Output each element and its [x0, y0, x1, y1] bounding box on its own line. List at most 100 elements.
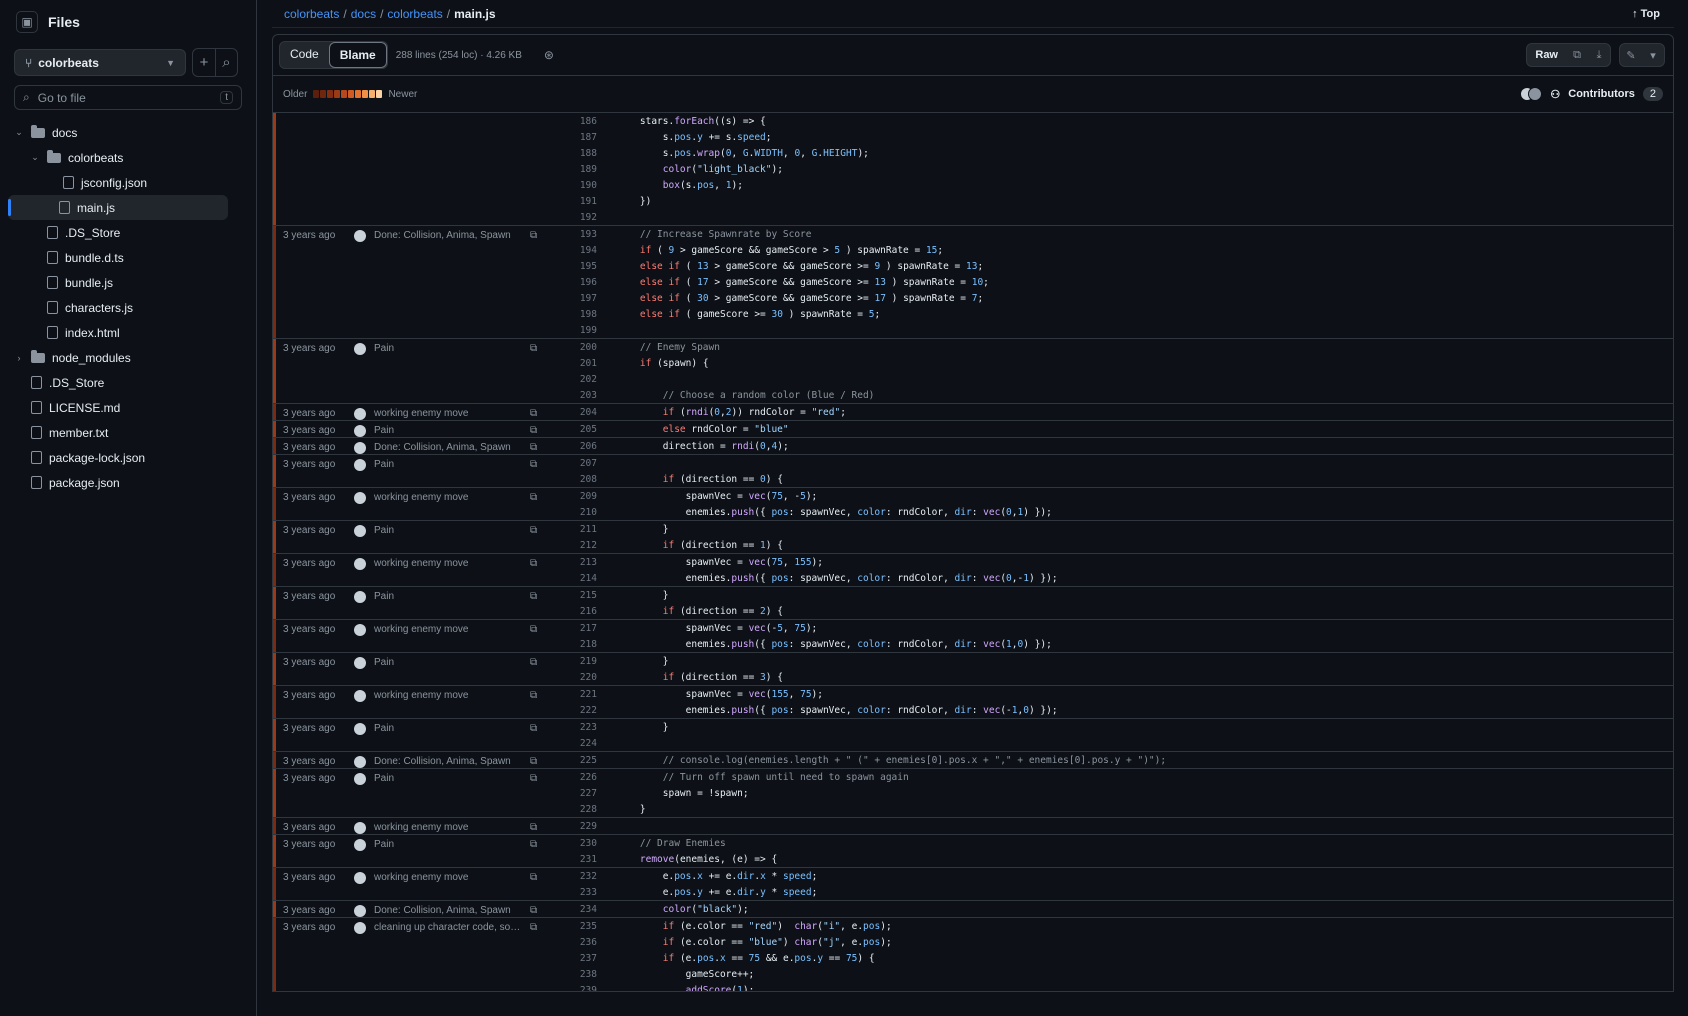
search-button[interactable]: ⌕ [215, 49, 237, 76]
author-avatar[interactable] [354, 525, 366, 537]
pencil-icon[interactable]: ✎ [1620, 44, 1642, 66]
author-avatar[interactable] [354, 425, 366, 437]
author-avatar[interactable] [354, 723, 366, 735]
tree-item[interactable]: ⌄ colorbeats [0, 145, 256, 170]
line-number[interactable]: 228 [553, 804, 597, 815]
author-avatar[interactable] [354, 872, 366, 884]
line-number[interactable]: 193 [553, 229, 597, 240]
line-number[interactable]: 235 [553, 921, 597, 932]
line-number[interactable]: 224 [553, 738, 597, 749]
line-number[interactable]: 202 [553, 374, 597, 385]
author-avatar[interactable] [354, 839, 366, 851]
line-number[interactable]: 227 [553, 788, 597, 799]
reblame-icon[interactable]: ⧉ [530, 558, 537, 569]
commit-message-link[interactable]: Pain [374, 591, 524, 602]
reblame-icon[interactable]: ⧉ [530, 922, 537, 933]
line-number[interactable]: 186 [553, 116, 597, 127]
line-number[interactable]: 191 [553, 196, 597, 207]
commit-message-link[interactable]: cleaning up character code, sou… [374, 922, 524, 933]
line-number[interactable]: 210 [553, 507, 597, 518]
commit-message-link[interactable]: Done: Collision, Anima, Spawn [374, 442, 524, 453]
line-number[interactable]: 220 [553, 672, 597, 683]
tree-item[interactable]: .DS_Store [0, 220, 256, 245]
line-number[interactable]: 225 [553, 755, 597, 766]
line-number[interactable]: 223 [553, 722, 597, 733]
reblame-icon[interactable]: ⧉ [530, 839, 537, 850]
reblame-icon[interactable]: ⧉ [530, 591, 537, 602]
line-number[interactable]: 204 [553, 407, 597, 418]
line-number[interactable]: 208 [553, 474, 597, 485]
line-number[interactable]: 199 [553, 325, 597, 336]
reblame-icon[interactable]: ⧉ [530, 822, 537, 833]
collapse-sidebar-icon[interactable]: ▣ [16, 11, 38, 33]
line-number[interactable]: 203 [553, 390, 597, 401]
author-avatar[interactable] [354, 492, 366, 504]
commit-message-link[interactable]: Pain [374, 425, 524, 436]
tree-item[interactable]: index.html [0, 320, 256, 345]
tree-item[interactable]: bundle.js [0, 270, 256, 295]
line-number[interactable]: 217 [553, 623, 597, 634]
author-avatar[interactable] [354, 624, 366, 636]
line-number[interactable]: 212 [553, 540, 597, 551]
line-number[interactable]: 198 [553, 309, 597, 320]
line-number[interactable]: 213 [553, 557, 597, 568]
line-number[interactable]: 226 [553, 772, 597, 783]
commit-message-link[interactable]: Pain [374, 657, 524, 668]
download-icon[interactable]: ⤓ [1588, 44, 1610, 66]
author-avatar[interactable] [354, 657, 366, 669]
author-avatar[interactable] [354, 591, 366, 603]
reblame-icon[interactable]: ⧉ [530, 723, 537, 734]
add-file-button[interactable]: + [193, 49, 215, 76]
chevron-down-icon[interactable]: ▾ [1642, 44, 1664, 66]
author-avatar[interactable] [354, 343, 366, 355]
line-number[interactable]: 205 [553, 424, 597, 435]
tab-code[interactable]: Code [280, 42, 329, 68]
commit-message-link[interactable]: working enemy move [374, 690, 524, 701]
author-avatar[interactable] [354, 905, 366, 917]
line-number[interactable]: 197 [553, 293, 597, 304]
reblame-icon[interactable]: ⧉ [530, 756, 537, 767]
line-number[interactable]: 230 [553, 838, 597, 849]
commit-message-link[interactable]: Pain [374, 459, 524, 470]
author-avatar[interactable] [354, 822, 366, 834]
commit-message-link[interactable]: Pain [374, 723, 524, 734]
tree-item[interactable]: bundle.d.ts [0, 245, 256, 270]
line-number[interactable]: 196 [553, 277, 597, 288]
line-number[interactable]: 239 [553, 985, 597, 992]
commit-message-link[interactable]: working enemy move [374, 822, 524, 833]
commit-message-link[interactable]: Done: Collision, Anima, Spawn [374, 756, 524, 767]
commit-message-link[interactable]: Pain [374, 773, 524, 784]
tree-item[interactable]: main.js [8, 195, 228, 220]
commit-message-link[interactable]: Pain [374, 839, 524, 850]
line-number[interactable]: 189 [553, 164, 597, 175]
line-number[interactable]: 211 [553, 524, 597, 535]
tree-item[interactable]: member.txt [0, 420, 256, 445]
contributors-button[interactable]: ⚇ Contributors 2 [1520, 87, 1663, 101]
line-number[interactable]: 232 [553, 871, 597, 882]
line-number[interactable]: 215 [553, 590, 597, 601]
breadcrumb-link-colorbeats[interactable]: colorbeats [387, 7, 442, 21]
tree-item[interactable]: ⌄ docs [0, 120, 256, 145]
reblame-icon[interactable]: ⧉ [530, 230, 537, 241]
reblame-icon[interactable]: ⧉ [530, 773, 537, 784]
reblame-icon[interactable]: ⧉ [530, 624, 537, 635]
commit-message-link[interactable]: working enemy move [374, 558, 524, 569]
line-number[interactable]: 195 [553, 261, 597, 272]
breadcrumb-link-repo[interactable]: colorbeats [284, 7, 339, 21]
author-avatar[interactable] [354, 230, 366, 242]
line-number[interactable]: 229 [553, 821, 597, 832]
line-number[interactable]: 187 [553, 132, 597, 143]
reblame-icon[interactable]: ⧉ [530, 492, 537, 503]
commit-message-link[interactable]: Done: Collision, Anima, Spawn [374, 905, 524, 916]
reblame-icon[interactable]: ⧉ [530, 425, 537, 436]
line-number[interactable]: 200 [553, 342, 597, 353]
reblame-icon[interactable]: ⧉ [530, 690, 537, 701]
commit-message-link[interactable]: working enemy move [374, 408, 524, 419]
author-avatar[interactable] [354, 773, 366, 785]
line-number[interactable]: 231 [553, 854, 597, 865]
line-number[interactable]: 192 [553, 212, 597, 223]
breadcrumb-link-docs[interactable]: docs [351, 7, 376, 21]
reblame-icon[interactable]: ⧉ [530, 442, 537, 453]
go-to-file-input[interactable]: ⌕ Go to file t [14, 85, 242, 110]
top-button[interactable]: ↑ Top [1632, 8, 1660, 20]
